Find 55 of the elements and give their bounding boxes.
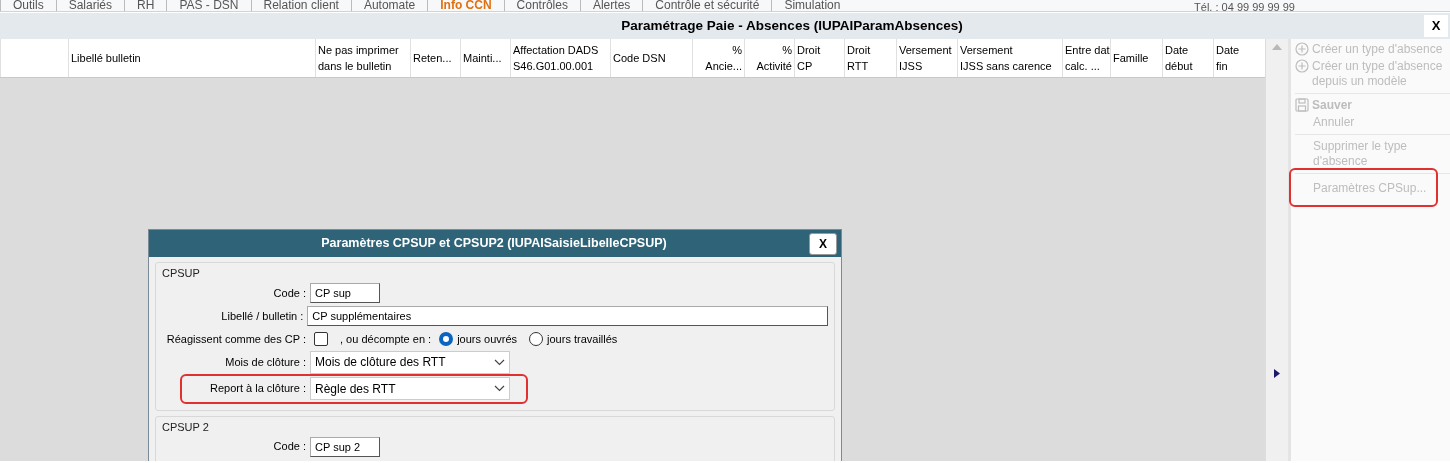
column-header[interactable]: Date début bbox=[1162, 39, 1213, 77]
field-label: , ou décompte en : bbox=[340, 331, 432, 347]
window-title: Paramétrage Paie - Absences (IUPAIParamAbsences) bbox=[620, 16, 964, 35]
radio-option[interactable]: jours travaillés bbox=[529, 330, 618, 348]
scroll-up-icon bbox=[1271, 43, 1283, 51]
menu-item[interactable]: RH bbox=[124, 0, 167, 11]
close-button[interactable]: X bbox=[1424, 15, 1448, 37]
chevron-down-icon bbox=[494, 358, 505, 366]
menu-item[interactable]: Alertes bbox=[579, 0, 643, 11]
phone-number: Tél. : 04 99 99 99 99 bbox=[1194, 1, 1295, 11]
radio-option[interactable]: jours ouvrés bbox=[439, 330, 518, 348]
column-header[interactable]: Code DSN bbox=[610, 39, 692, 77]
menu-item[interactable]: Simulation bbox=[771, 0, 853, 11]
field-label: Code : bbox=[272, 439, 306, 455]
column-header[interactable]: Mainti... bbox=[460, 39, 510, 77]
dialog-title: Paramètres CPSUP et CPSUP2 (IUPAISaisieLibelleCPSUP) bbox=[320, 235, 668, 253]
column-header[interactable]: Versement IJSS bbox=[896, 39, 957, 77]
text-field[interactable]: CP sup 2 bbox=[310, 436, 380, 457]
column-header[interactable]: Affectation DADS S46.G01.00.001 bbox=[510, 39, 610, 77]
splitter-arrow-icon bbox=[1274, 369, 1280, 378]
text-field[interactable]: CP supplémentaires bbox=[307, 306, 828, 326]
column-header[interactable]: Droit RTT bbox=[844, 39, 896, 77]
menu-item[interactable]: Outils bbox=[0, 0, 56, 11]
column-header[interactable]: Droit CP bbox=[794, 39, 844, 77]
column-header[interactable]: Libellé bulletin bbox=[68, 39, 315, 77]
column-header[interactable]: Ne pas imprimer dans le bulletin bbox=[315, 39, 410, 77]
menu-item[interactable]: Contrôles bbox=[503, 0, 580, 11]
close-button[interactable]: X bbox=[809, 232, 837, 255]
column-header[interactable]: % Activité bbox=[744, 39, 794, 77]
menu-item[interactable]: Automate bbox=[350, 0, 428, 11]
column-header[interactable]: Versement IJSS sans carence bbox=[957, 39, 1062, 77]
save-icon bbox=[1295, 98, 1309, 112]
plus-icon bbox=[1295, 42, 1309, 56]
menu-item[interactable]: Contrôle et sécurité bbox=[642, 0, 772, 11]
field-label: Report à la clôture : bbox=[209, 381, 306, 397]
text-field[interactable]: CP sup bbox=[310, 283, 380, 303]
group-legend: CPSUP bbox=[156, 265, 828, 282]
group-legend: CPSUP 2 bbox=[156, 418, 828, 435]
column-header[interactable]: Famille bbox=[1110, 39, 1162, 77]
menu-item[interactable]: Salariés bbox=[55, 0, 125, 11]
chevron-down-icon bbox=[494, 385, 505, 392]
menu-item[interactable]: PAS - DSN bbox=[166, 0, 251, 11]
field-label: Code : bbox=[272, 285, 306, 301]
plus-icon bbox=[1295, 59, 1309, 73]
dropdown[interactable]: Règle des RTT bbox=[310, 377, 510, 400]
column-header[interactable]: Entre dat calc. ... bbox=[1062, 39, 1110, 77]
checkbox[interactable] bbox=[314, 332, 328, 346]
field-label: Réagissent comme des CP : bbox=[165, 331, 306, 347]
column-header[interactable]: Date fin bbox=[1213, 39, 1263, 77]
menu-item[interactable]: Relation client bbox=[250, 0, 351, 11]
column-header[interactable]: Reten... bbox=[410, 39, 460, 77]
field-label: Libellé / bulletin : bbox=[220, 308, 304, 324]
column-header[interactable]: % Ancie... bbox=[692, 39, 744, 77]
field-label: Mois de clôture : bbox=[224, 354, 306, 370]
dropdown[interactable]: Mois de clôture des RTT bbox=[310, 350, 510, 374]
